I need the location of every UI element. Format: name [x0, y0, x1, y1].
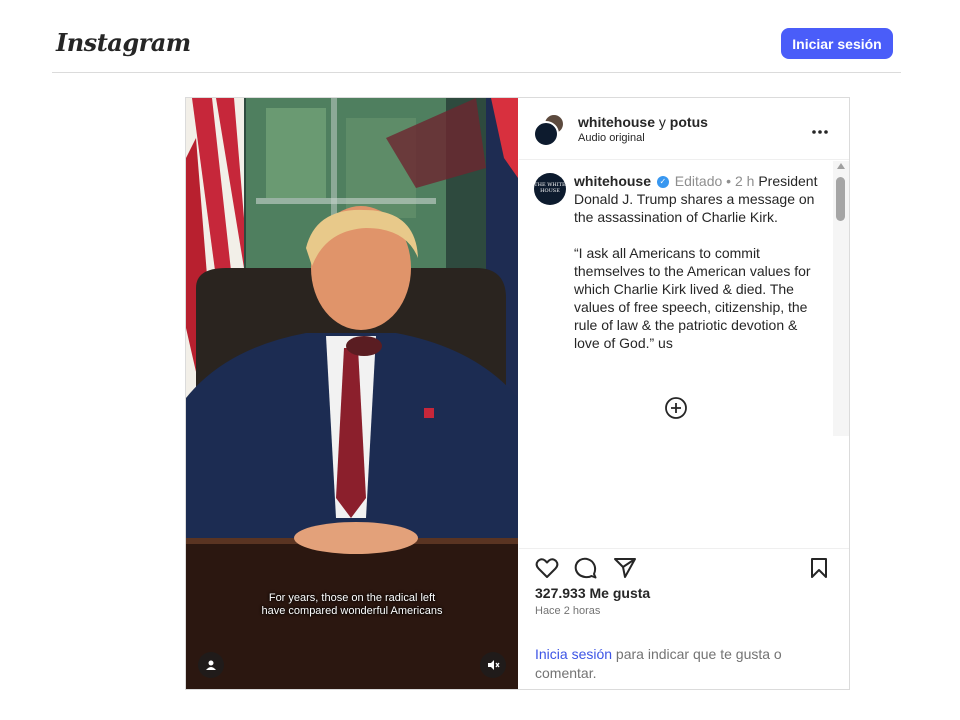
- caption-time: 2 h: [734, 173, 755, 189]
- header-divider: [52, 72, 901, 73]
- more-options-button[interactable]: [811, 119, 829, 140]
- avatar-logo-text: THE WHITE HOUSE: [534, 182, 566, 194]
- comments-scrollbar[interactable]: [833, 161, 849, 436]
- verified-badge-icon: ✓: [656, 176, 669, 189]
- post-timestamp[interactable]: Hace 2 horas: [535, 605, 600, 617]
- login-button[interactable]: Iniciar sesión: [781, 28, 893, 59]
- author-primary[interactable]: whitehouse: [578, 114, 655, 130]
- comment-button[interactable]: [574, 557, 598, 584]
- login-link[interactable]: Inicia sesión: [535, 646, 612, 662]
- subtitle-line-2: have compared wonderful Americans: [261, 605, 443, 617]
- post-header: whitehouse y potus Audio original: [519, 98, 849, 160]
- post-sidebar: whitehouse y potus Audio original THE WH…: [519, 98, 849, 689]
- bookmark-icon: [811, 558, 827, 578]
- mute-icon: [487, 660, 500, 670]
- heart-icon: [535, 558, 559, 578]
- share-icon: [614, 558, 636, 578]
- instagram-logo[interactable]: Instagram: [56, 28, 191, 57]
- author-secondary[interactable]: potus: [670, 114, 708, 130]
- comment-icon: [574, 557, 597, 579]
- scroll-thumb[interactable]: [836, 177, 845, 221]
- audio-label[interactable]: Audio original: [578, 132, 645, 144]
- comments-area[interactable]: THE WHITE HOUSE whitehouse ✓ Editado • 2…: [519, 161, 849, 436]
- action-bar: [519, 548, 849, 584]
- share-button[interactable]: [613, 557, 637, 584]
- user-tag-icon: [206, 660, 216, 670]
- like-count[interactable]: 327.933 Me gusta: [535, 585, 650, 601]
- video-player[interactable]: For years, those on the radical left hav…: [186, 98, 518, 689]
- post-card: For years, those on the radical left hav…: [185, 97, 850, 690]
- scroll-up-icon[interactable]: [837, 163, 845, 169]
- caption-username[interactable]: whitehouse: [574, 173, 651, 189]
- mute-button[interactable]: [480, 652, 506, 678]
- save-button[interactable]: [809, 557, 829, 584]
- user-tag-button[interactable]: [198, 652, 224, 678]
- caption: whitehouse ✓ Editado • 2 h President Don…: [574, 172, 826, 352]
- edited-label: Editado: [674, 173, 723, 189]
- caption-line-2: “I ask all Americans to commit themselve…: [574, 245, 811, 351]
- video-subtitle: For years, those on the radical left hav…: [186, 592, 518, 618]
- plus-circle-icon: [665, 397, 687, 419]
- login-prompt: Inicia sesión para indicar que te gusta …: [535, 645, 825, 683]
- subtitle-line-1: For years, those on the radical left: [268, 592, 436, 604]
- like-button[interactable]: [535, 557, 559, 584]
- avatar-whitehouse[interactable]: [533, 121, 559, 147]
- author-avatars[interactable]: [533, 113, 567, 147]
- more-options-icon: [812, 130, 828, 134]
- caption-avatar[interactable]: THE WHITE HOUSE: [534, 173, 566, 205]
- author-connector: y: [658, 114, 666, 130]
- load-more-comments-button[interactable]: [664, 396, 688, 425]
- caption-dot: •: [726, 173, 735, 189]
- author-line: whitehouse y potus: [578, 114, 708, 130]
